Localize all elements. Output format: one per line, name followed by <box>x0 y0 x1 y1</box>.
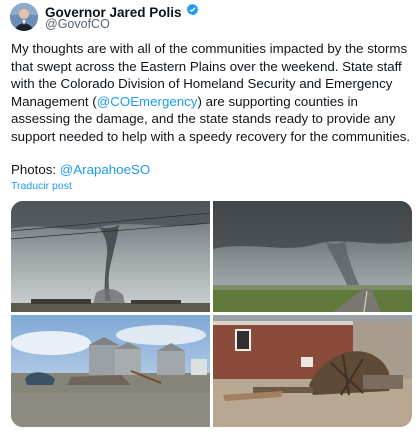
post-text: My thoughts are with all of the communit… <box>11 40 413 146</box>
media-photo-4[interactable] <box>213 315 412 427</box>
media-photo-3[interactable] <box>11 315 210 427</box>
photos-credit: Photos: @ArapahoeSO <box>11 162 150 177</box>
author-handle[interactable]: @GovofCO <box>45 17 110 31</box>
media-grid <box>11 201 412 427</box>
photos-label: Photos: <box>11 162 60 177</box>
media-photo-2[interactable] <box>213 201 412 312</box>
media-photo-1[interactable] <box>11 201 210 312</box>
author-avatar[interactable] <box>10 3 38 31</box>
mention-link-arapahoeso[interactable]: @ArapahoeSO <box>60 162 150 177</box>
translate-post-link[interactable]: Traducir post <box>11 180 72 192</box>
verified-badge-icon <box>186 3 199 21</box>
mention-link-coemergency[interactable]: @COEmergency <box>97 94 198 109</box>
